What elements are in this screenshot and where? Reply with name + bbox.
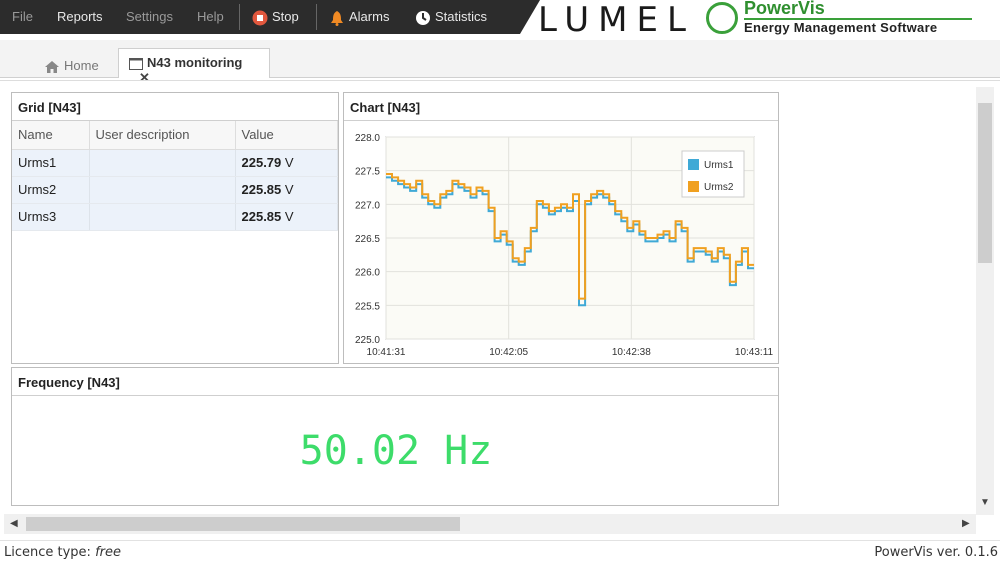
product-name: PowerVis [744,0,825,18]
value-unit: V [284,209,294,224]
stop-button[interactable]: Stop [252,9,299,26]
statistics-label: Statistics [435,9,488,24]
alarm-bell-icon [331,10,343,26]
tab-n43-monitoring[interactable]: N43 monitoring ✕ [118,48,270,85]
tab-bar: Home N43 monitoring ✕ [0,40,1000,85]
stop-icon [252,10,268,26]
cell-description[interactable] [89,176,236,204]
brand-logo: LUMEL PowerVis Energy Management Softwar… [536,0,1000,40]
column-header-name[interactable]: Name [12,121,90,150]
powervis-logo-icon [706,2,738,34]
horizontal-scrollbar[interactable]: ◀ ▶ [4,514,976,534]
menu-bar: File Reports Settings Help Stop Alarms S… [0,0,540,34]
scroll-right-icon[interactable]: ▶ [962,518,970,529]
x-tick-label: 10:41:31 [367,347,406,358]
cell-description[interactable] [89,203,236,231]
y-tick-label: 227.5 [355,167,380,178]
menu-separator [316,4,317,30]
lumel-wordmark: LUMEL [538,0,695,40]
version-info: PowerVis ver. 0.1.6 [874,545,998,560]
value-unit: V [284,155,294,170]
y-tick-label: 227.0 [355,200,380,211]
y-tick-label: 226.0 [355,268,380,279]
y-tick-label: 225.0 [355,335,380,346]
table-row[interactable]: Urms1 225.79 V [12,149,338,177]
table-row[interactable]: Urms2 225.85 V [12,176,338,204]
frequency-panel: Frequency [N43] 50.02 Hz [11,367,779,506]
table-row[interactable]: Urms3 225.85 V [12,203,338,231]
legend-swatch [688,181,699,192]
cell-name: Urms2 [12,176,90,204]
licence-info: Licence type: free [4,545,121,560]
licence-value: free [95,545,121,560]
x-tick-label: 10:42:05 [489,347,528,358]
value-number: 225.79 [241,155,282,170]
cell-value: 225.85 V [235,176,338,204]
tab-home[interactable]: Home [34,48,109,78]
legend-label: Urms1 [704,160,734,171]
grid-panel-title: Grid [N43] [12,93,338,121]
value-number: 225.85 [241,182,282,197]
home-icon [45,60,59,73]
menu-separator [239,4,240,30]
product-subtitle: Energy Management Software [744,20,938,35]
menu-settings[interactable]: Settings [126,9,173,24]
stop-label: Stop [272,9,299,24]
window-icon [129,57,143,70]
cell-name: Urms1 [12,149,90,177]
voltage-chart[interactable]: 228.0 227.5 227.0 226.5 226.0 225.5 225.010:41… [344,121,778,363]
statistics-button[interactable]: Statistics [415,9,487,26]
legend-swatch [688,159,699,170]
legend-label: Urms2 [704,182,734,193]
clock-icon [416,10,430,25]
value-number: 225.85 [241,209,282,224]
cell-description[interactable] [89,149,236,177]
value-unit: V [284,182,294,197]
grid-table: Name User description Value Urms1 225.79… [12,121,338,231]
chart-panel: Chart [N43] 228.0 227.5 227.0 226.5 226.0 225… [343,92,779,364]
frequency-panel-title: Frequency [N43] [12,368,778,396]
cell-value: 225.79 V [235,149,338,177]
scroll-down-icon[interactable]: ▼ [980,497,990,508]
alarms-button[interactable]: Alarms [329,9,389,26]
cell-value: 225.85 V [235,203,338,231]
table-header-row: Name User description Value [12,121,338,150]
y-tick-label: 228.0 [355,133,380,144]
tab-n43-label: N43 monitoring [147,55,243,70]
y-tick-label: 225.5 [355,301,380,312]
x-tick-label: 10:42:38 [612,347,651,358]
vertical-scroll-thumb[interactable] [978,103,992,263]
top-bar: File Reports Settings Help Stop Alarms S… [0,0,1000,40]
chart-panel-title: Chart [N43] [344,93,778,121]
frequency-value: 50.02 Hz [299,428,493,474]
x-tick-label: 10:43:11 [735,347,774,358]
status-bar: Licence type: free PowerVis ver. 0.1.6 [0,540,1000,563]
menu-file[interactable]: File [12,9,33,24]
column-header-value[interactable]: Value [235,121,338,150]
y-tick-label: 226.5 [355,234,380,245]
grid-panel: Grid [N43] Name User description Value U… [11,92,339,364]
column-header-description[interactable]: User description [89,121,236,150]
workspace: Grid [N43] Name User description Value U… [0,80,1000,520]
menu-help[interactable]: Help [197,9,224,24]
vertical-scrollbar[interactable]: ▼ [976,87,994,515]
cell-name: Urms3 [12,203,90,231]
alarms-label: Alarms [349,9,390,24]
menu-reports[interactable]: Reports [57,9,103,24]
horizontal-scroll-thumb[interactable] [26,517,460,531]
scroll-left-icon[interactable]: ◀ [10,518,18,529]
tab-home-label: Home [64,58,99,73]
licence-label: Licence type: [4,545,91,560]
